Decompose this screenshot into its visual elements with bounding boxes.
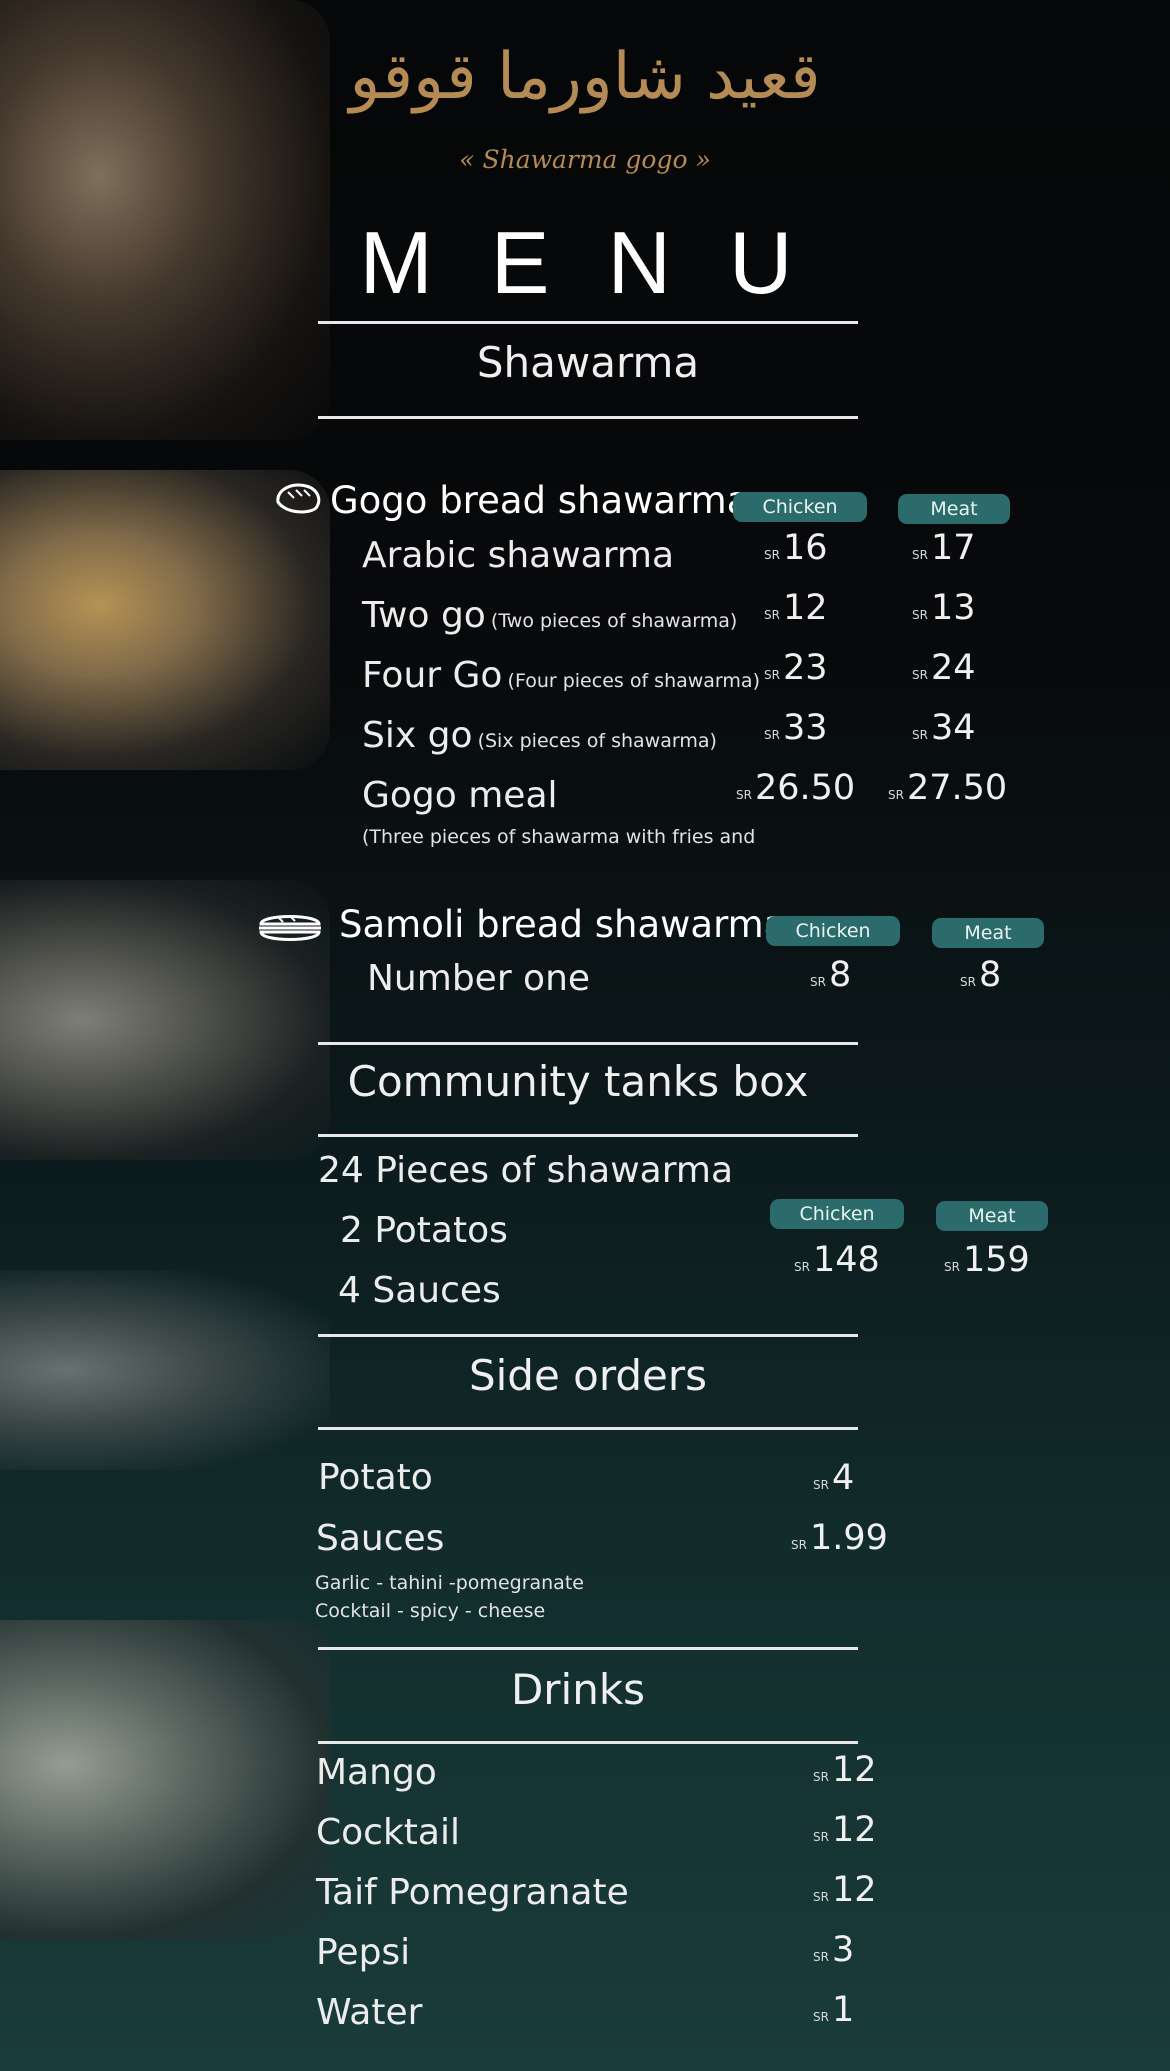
- group-title-samoli: Samoli bread shawarma: [339, 903, 787, 946]
- drink-name: Pepsi: [316, 1932, 411, 1973]
- price-chicken: SR16: [764, 528, 828, 568]
- brand-logo-latin: « Shawarma gogo »: [459, 145, 711, 174]
- section-title-community: Community tanks box: [347, 1057, 809, 1106]
- side-item-name: Sauces: [316, 1518, 445, 1559]
- box-line: 2 Potatos: [340, 1210, 508, 1251]
- menu-item-name: Number one: [367, 958, 591, 999]
- price-chicken: SR26.50: [736, 768, 856, 808]
- menu-item-name: Gogo meal: [362, 775, 558, 816]
- drink-name: Cocktail: [316, 1812, 460, 1853]
- brand-logo-arabic: قعيد شاورما قوقو: [349, 40, 821, 114]
- divider: [318, 1427, 858, 1430]
- menu-item-note: (Four pieces of shawarma): [507, 670, 760, 692]
- food-photo-bread: [0, 1270, 330, 1470]
- price-chicken: SR8: [810, 955, 852, 995]
- box-line: 24 Pieces of shawarma: [318, 1150, 734, 1191]
- price-meat: SR159: [944, 1240, 1030, 1280]
- drink-name: Mango: [316, 1752, 437, 1793]
- divider: [318, 1647, 858, 1650]
- divider: [318, 416, 858, 419]
- side-price: SR4: [813, 1458, 855, 1498]
- column-label-chicken: Chicken: [766, 916, 900, 946]
- menu-item: Six go (Six pieces of shawarma): [362, 715, 717, 756]
- menu-item-name: Six go: [362, 715, 473, 756]
- divider: [318, 1334, 858, 1337]
- sauce-list: Garlic - tahini -pomegranate: [315, 1572, 584, 1594]
- menu-item-name: Arabic shawarma: [362, 535, 675, 576]
- drink-price: SR12: [813, 1870, 877, 1910]
- price-chicken: SR33: [764, 708, 828, 748]
- divider: [318, 1741, 858, 1744]
- menu-item-name: Two go: [362, 595, 486, 636]
- price-chicken: SR23: [764, 648, 828, 688]
- drink-price: SR12: [813, 1810, 877, 1850]
- food-photo-sandwiches: [0, 1620, 330, 1940]
- menu-item: Four Go (Four pieces of shawarma): [362, 655, 760, 696]
- divider: [318, 1134, 858, 1137]
- price-meat: SR27.50: [888, 768, 1008, 808]
- column-label-meat: Meat: [898, 494, 1010, 524]
- sandwich-icon: [255, 908, 325, 946]
- price-chicken: SR12: [764, 588, 828, 628]
- column-label-meat: Meat: [936, 1201, 1048, 1231]
- section-title-sides: Side orders: [468, 1351, 708, 1400]
- price-meat: SR8: [960, 955, 1002, 995]
- drink-price: SR3: [813, 1930, 855, 1970]
- sauce-list: Cocktail - spicy - cheese: [315, 1600, 546, 1622]
- menu-item-note: (Six pieces of shawarma): [477, 730, 717, 752]
- side-price: SR1.99: [791, 1518, 888, 1558]
- menu-item-name: Four Go: [362, 655, 503, 696]
- divider: [318, 321, 858, 324]
- menu-title: MENU: [359, 213, 851, 312]
- price-meat: SR17: [912, 528, 976, 568]
- menu-item-note: (Two pieces of shawarma): [490, 610, 738, 632]
- menu-item: Two go (Two pieces of shawarma): [362, 595, 737, 636]
- price-meat: SR13: [912, 588, 976, 628]
- drink-price: SR1: [813, 1990, 855, 2030]
- drink-price: SR12: [813, 1750, 877, 1790]
- price-meat: SR24: [912, 648, 976, 688]
- price-chicken: SR148: [794, 1240, 880, 1280]
- bread-icon: [272, 478, 324, 518]
- column-label-chicken: Chicken: [733, 492, 867, 522]
- box-line: 4 Sauces: [338, 1270, 501, 1311]
- drink-name: Water: [316, 1992, 423, 2033]
- divider: [318, 1042, 858, 1045]
- price-meat: SR34: [912, 708, 976, 748]
- column-label-chicken: Chicken: [770, 1199, 904, 1229]
- drink-name: Taif Pomegranate: [316, 1872, 629, 1913]
- column-label-meat: Meat: [932, 918, 1044, 948]
- section-title-shawarma: Shawarma: [476, 338, 700, 387]
- menu-item-note: (Three pieces of shawarma with fries and: [362, 826, 756, 848]
- side-item-name: Potato: [318, 1457, 433, 1498]
- group-title-gogo: Gogo bread shawarma: [330, 479, 750, 522]
- section-title-drinks: Drinks: [510, 1665, 646, 1714]
